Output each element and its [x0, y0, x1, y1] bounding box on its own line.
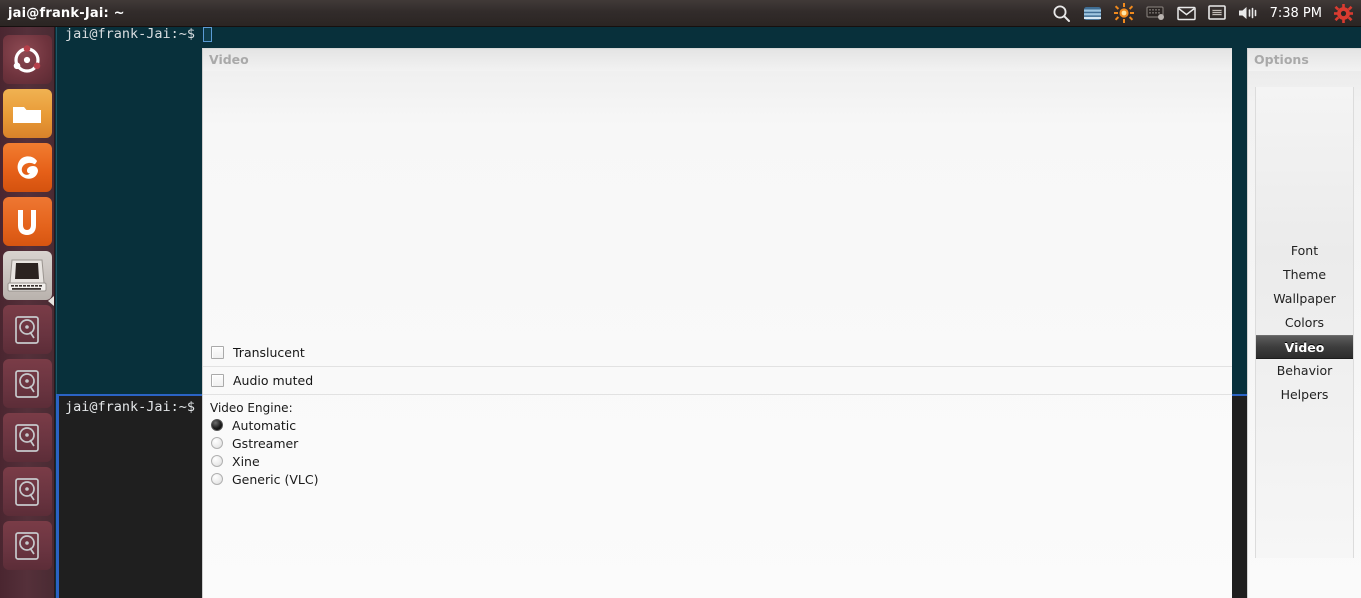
- engine-xine-label: Xine: [232, 453, 260, 469]
- terminal-icon: [6, 257, 48, 295]
- radio-row-xine[interactable]: Xine: [203, 452, 1232, 470]
- ubuntu-dash-icon: [12, 44, 42, 75]
- radio-row-generic-vlc[interactable]: Generic (VLC): [203, 470, 1232, 488]
- disk-icon: [13, 476, 41, 508]
- video-settings-panel: Video Translucent Audio muted Video Engi…: [202, 48, 1232, 598]
- engine-generic-vlc-label: Generic (VLC): [232, 471, 319, 487]
- terminal-top-cursor: [203, 26, 213, 42]
- gear-icon[interactable]: [1334, 2, 1353, 24]
- video-engine-group-label: Video Engine:: [210, 401, 293, 415]
- launcher-item-files[interactable]: [2, 89, 52, 138]
- disk-icon: [13, 422, 41, 454]
- top-panel: jai@frank-Jai: ~ 7:38 PM: [0, 0, 1361, 27]
- files-icon: [11, 101, 43, 127]
- sun-settings-icon[interactable]: [1113, 2, 1134, 24]
- translucent-checkbox[interactable]: [211, 346, 224, 359]
- disk-icon: [13, 530, 41, 562]
- launcher-item-disk-1[interactable]: [2, 305, 52, 354]
- audio-muted-label: Audio muted: [233, 373, 314, 388]
- terminal-top-prompt-text: jai@frank-Jai:~$: [65, 26, 196, 42]
- firefox-icon: [11, 152, 43, 184]
- launcher-item-disk-4[interactable]: [2, 467, 52, 516]
- workspace-switcher-icon[interactable]: [1083, 2, 1102, 24]
- ubuntu-software-icon: [12, 206, 42, 238]
- checkbox-row-translucent[interactable]: Translucent: [203, 339, 1232, 367]
- options-panel-title: Options: [1248, 49, 1361, 71]
- launcher-running-indicator-arrow: [48, 296, 54, 306]
- radio-row-gstreamer[interactable]: Gstreamer: [203, 434, 1232, 452]
- disk-icon: [13, 314, 41, 346]
- launcher-item-ubuntu-software[interactable]: [2, 197, 52, 246]
- options-list: Font Theme Wallpaper Colors Video Behavi…: [1255, 87, 1354, 558]
- options-item-wallpaper[interactable]: Wallpaper: [1256, 287, 1353, 311]
- launcher-item-disk-3[interactable]: [2, 413, 52, 462]
- engine-gstreamer-radio[interactable]: [211, 437, 223, 449]
- launcher-item-disk-5[interactable]: [2, 521, 52, 570]
- window-title: jai@frank-Jai: ~: [8, 5, 125, 21]
- options-item-video[interactable]: Video: [1256, 334, 1353, 359]
- engine-gstreamer-label: Gstreamer: [232, 435, 299, 451]
- mail-icon[interactable]: [1176, 2, 1196, 24]
- launcher-item-firefox[interactable]: [2, 143, 52, 192]
- options-item-helpers[interactable]: Helpers: [1256, 383, 1353, 407]
- display-icon[interactable]: [1207, 2, 1226, 24]
- options-item-behavior[interactable]: Behavior: [1256, 359, 1353, 383]
- audio-muted-checkbox[interactable]: [211, 374, 224, 387]
- engine-automatic-radio[interactable]: [211, 419, 223, 431]
- engine-generic-vlc-radio[interactable]: [211, 473, 223, 485]
- volume-icon[interactable]: [1238, 2, 1258, 24]
- engine-automatic-label: Automatic: [232, 417, 297, 433]
- checkbox-row-audio-muted[interactable]: Audio muted: [203, 367, 1232, 395]
- keyboard-indicator-icon[interactable]: [1146, 2, 1165, 24]
- video-panel-title: Video: [203, 49, 1232, 71]
- options-panel: Options Font Theme Wallpaper Colors Vide…: [1247, 48, 1361, 598]
- launcher-item-ubuntu-dash[interactable]: [2, 35, 52, 84]
- terminal-bottom-prompt-text: jai@frank-Jai:~$: [65, 399, 196, 415]
- video-panel-spacer: [203, 71, 1232, 339]
- engine-xine-radio[interactable]: [211, 455, 223, 467]
- options-item-theme[interactable]: Theme: [1256, 263, 1353, 287]
- desktop-root: jai@frank-Jai:~$ jai@frank-Jai:~$ Video …: [0, 0, 1361, 598]
- launcher-item-terminal[interactable]: [2, 251, 52, 300]
- search-icon[interactable]: [1052, 2, 1071, 24]
- disk-icon: [13, 368, 41, 400]
- unity-launcher: [0, 27, 55, 598]
- options-item-colors[interactable]: Colors: [1256, 311, 1353, 335]
- launcher-item-disk-2[interactable]: [2, 359, 52, 408]
- translucent-label: Translucent: [233, 345, 305, 360]
- options-item-font[interactable]: Font: [1256, 239, 1353, 263]
- radio-row-automatic[interactable]: Automatic: [203, 416, 1232, 434]
- clock[interactable]: 7:38 PM: [1270, 6, 1322, 21]
- system-tray: 7:38 PM: [1052, 2, 1361, 24]
